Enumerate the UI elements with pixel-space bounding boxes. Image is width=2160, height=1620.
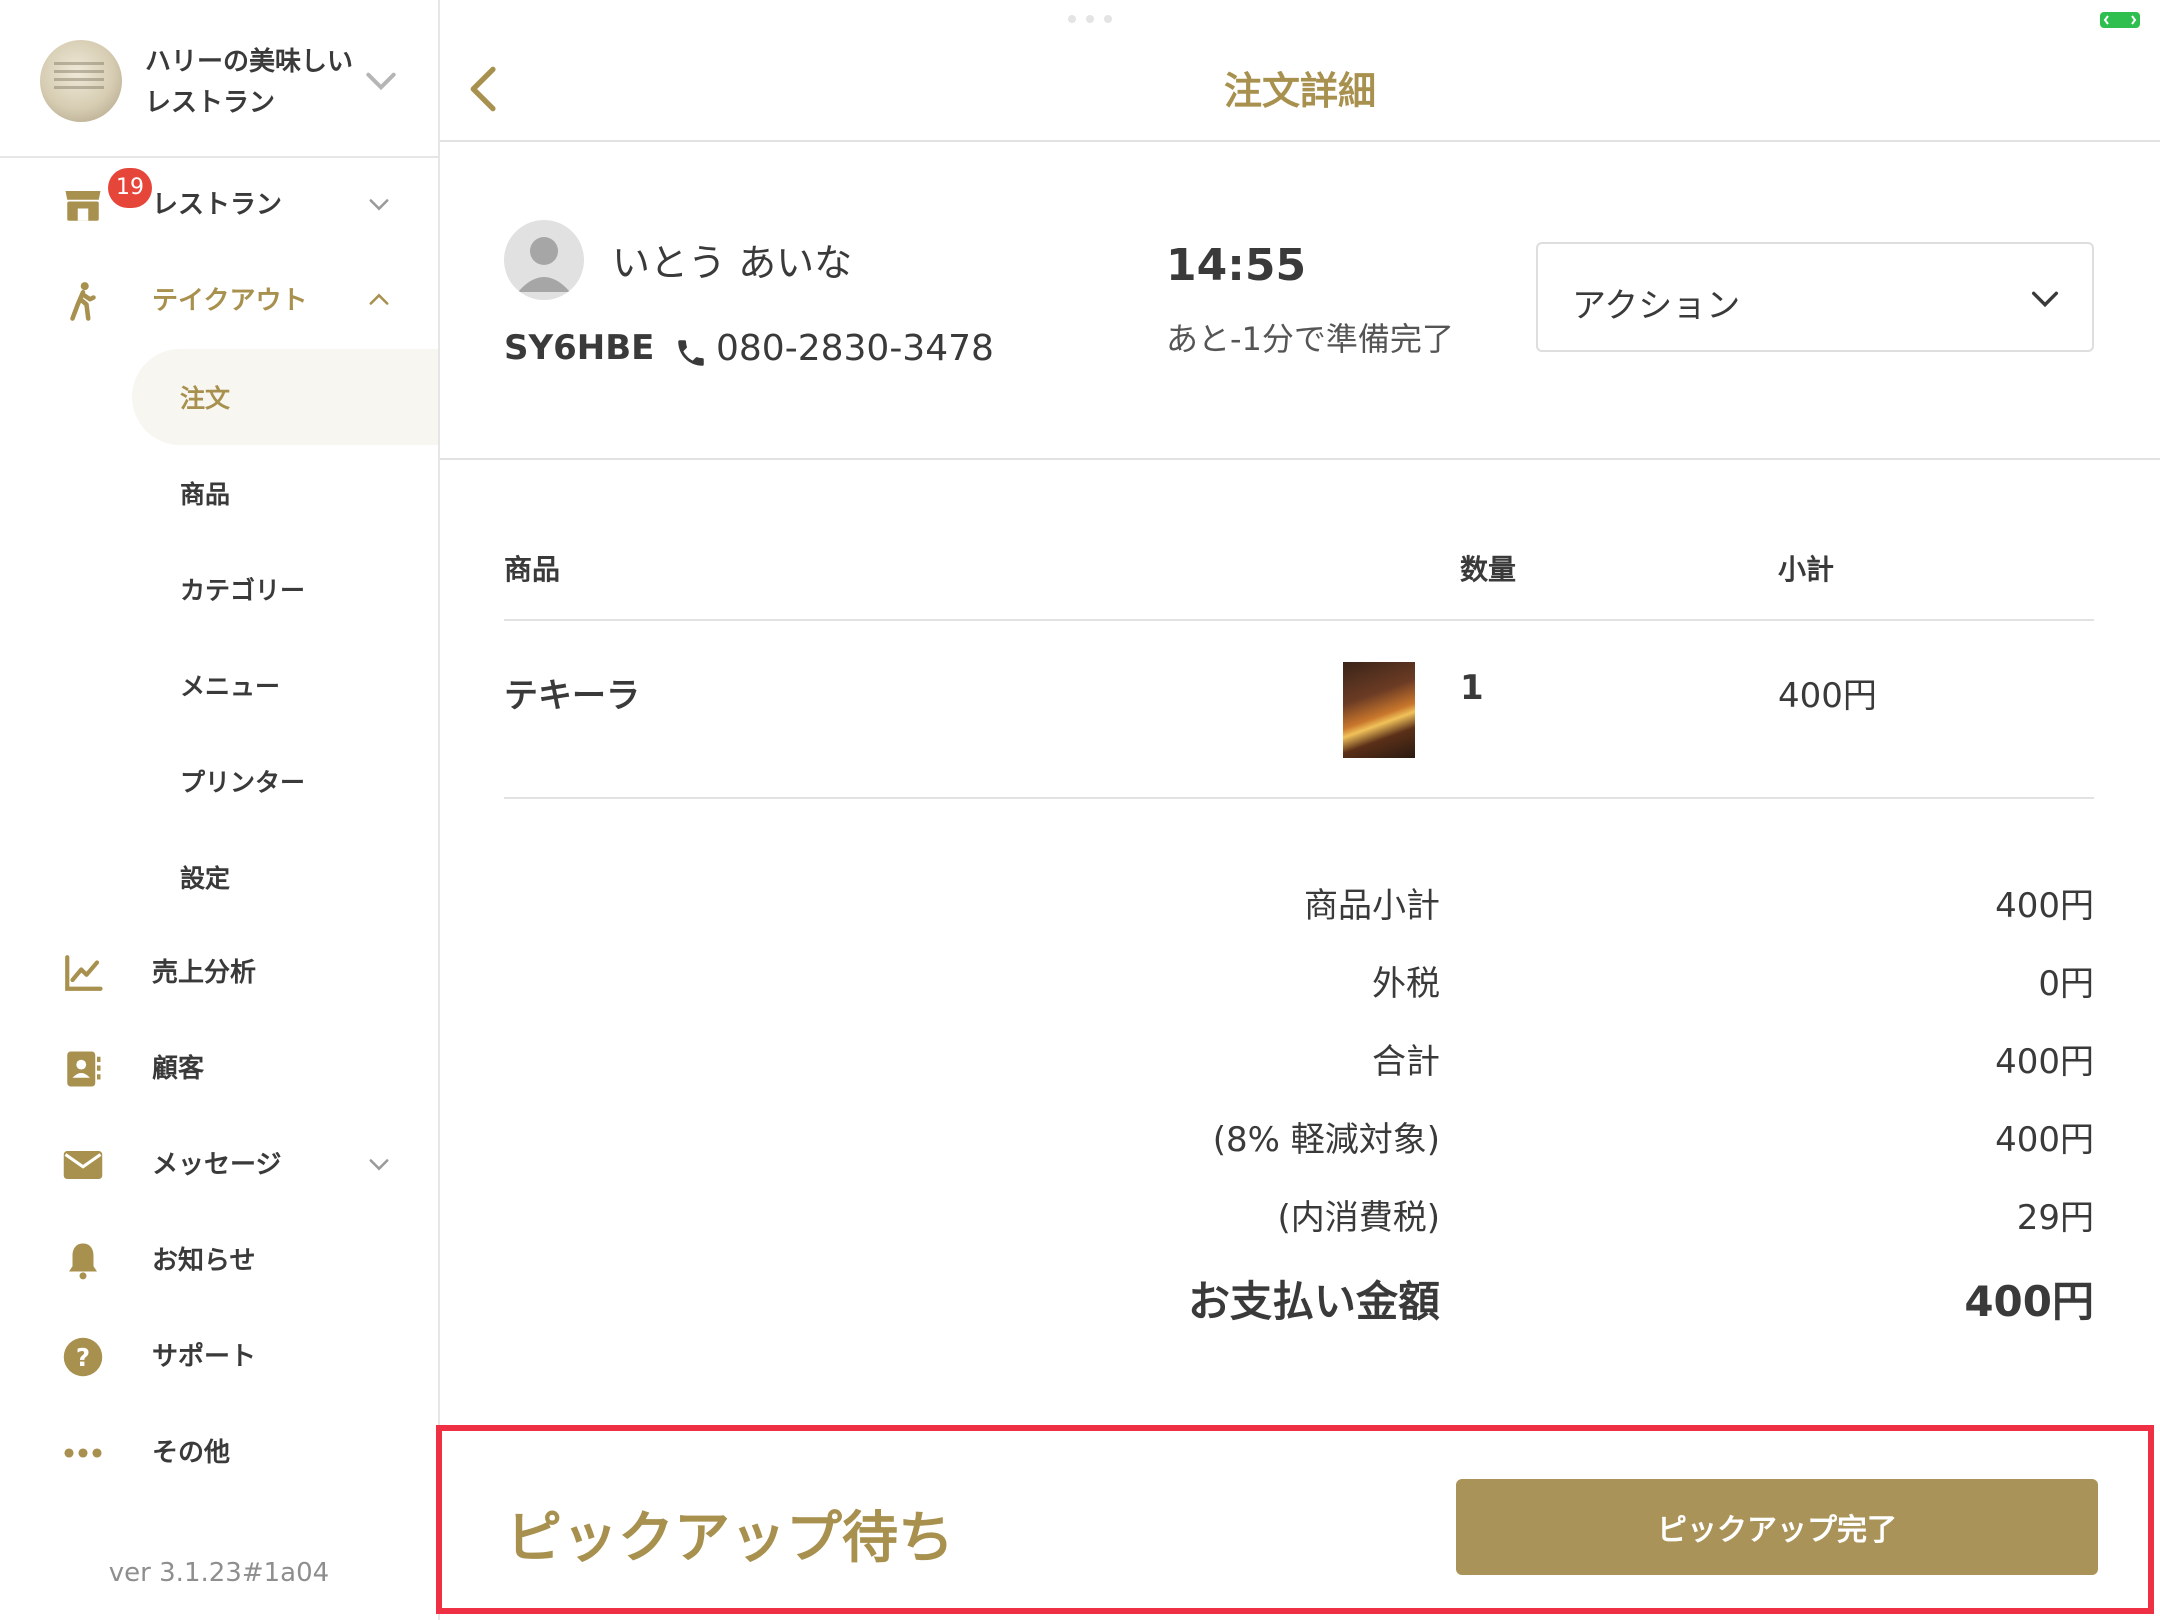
restaurant-avatar — [40, 40, 122, 122]
order-code: SY6HBE — [504, 328, 655, 368]
restaurant-switcher[interactable]: ハリーの美味しい レストラン — [0, 0, 438, 158]
question-circle-icon: ? — [63, 1337, 103, 1377]
sidebar-item-label: 売上分析 — [152, 958, 257, 988]
table-divider — [504, 619, 2094, 621]
sidebar: ハリーの美味しい レストラン レストラン 19 テイクアウト 注文 商品 カテゴ… — [0, 0, 440, 1620]
restaurant-name-line2: レストラン — [145, 88, 276, 118]
order-detail-panel: 注文詳細 いとう あいな SY6HBE 080-2830-3478 14:55 … — [440, 0, 2160, 1620]
walking-person-icon — [70, 282, 96, 321]
summary-row: 合計 400円 — [880, 1034, 2094, 1094]
person-icon — [518, 237, 570, 292]
envelope-icon — [63, 1151, 103, 1179]
summary-label: 商品小計 — [1304, 886, 1440, 926]
sidebar-item-customers[interactable]: 顧客 — [0, 1028, 438, 1108]
sidebar-subitem-label: メニュー — [180, 672, 281, 701]
sidebar-item-takeout[interactable]: テイクアウト — [0, 260, 438, 340]
table-divider — [504, 797, 2094, 799]
item-thumbnail — [1343, 662, 1415, 758]
ready-countdown: あと-1分で準備完了 — [1166, 320, 1454, 358]
summary-value: 0円 — [2038, 964, 2094, 1004]
sidebar-item-label: テイクアウト — [152, 286, 308, 316]
sidebar-subitem-categories[interactable]: カテゴリー — [132, 541, 438, 637]
avatar — [504, 220, 584, 300]
bell-icon — [69, 1243, 97, 1280]
chevron-down-icon — [2031, 291, 2059, 308]
sidebar-subitem-label: プリンター — [180, 768, 306, 797]
chevron-up-icon[interactable] — [365, 286, 393, 314]
sidebar-item-sales-analysis[interactable]: 売上分析 — [0, 932, 438, 1012]
sidebar-subitem-label: カテゴリー — [180, 576, 306, 605]
summary-label: 外税 — [1372, 964, 1440, 1004]
sidebar-item-other[interactable]: その他 — [0, 1412, 438, 1492]
phone-icon — [678, 340, 704, 366]
summary-row: 商品小計 400円 — [880, 878, 2094, 938]
sidebar-item-notifications[interactable]: お知らせ — [0, 1220, 438, 1300]
notification-badge: 19 — [108, 168, 152, 208]
action-dropdown-label: アクション — [1572, 286, 1741, 326]
sidebar-subitem-orders[interactable]: 注文 — [132, 349, 438, 445]
order-status: ピックアップ待ち — [506, 1506, 954, 1571]
top-bar: 注文詳細 — [440, 0, 2160, 142]
summary-row: 外税 0円 — [880, 956, 2094, 1016]
summary-value: 400円 — [1995, 1042, 2094, 1082]
app-version: ver 3.1.23#1a04 — [108, 1558, 330, 1588]
summary-row: (8% 軽減対象) 400円 — [880, 1112, 2094, 1172]
sidebar-item-label: その他 — [152, 1438, 231, 1468]
sidebar-subitem-menu[interactable]: メニュー — [132, 637, 438, 733]
item-quantity: 1 — [1460, 668, 1484, 708]
chevron-down-icon[interactable] — [365, 1150, 393, 1178]
camera-indicator-icon — [2100, 12, 2140, 28]
chevron-down-icon[interactable] — [365, 190, 393, 218]
summary-label: 合計 — [1372, 1042, 1440, 1082]
line-chart-icon — [65, 955, 103, 991]
payment-label: お支払い金額 — [1187, 1277, 1440, 1326]
sidebar-subitem-printer[interactable]: プリンター — [132, 733, 438, 829]
item-name: テキーラ — [504, 676, 640, 716]
sidebar-item-label: お知らせ — [152, 1246, 256, 1276]
sidebar-subitem-label: 注文 — [180, 384, 231, 413]
summary-value: 400円 — [1995, 886, 2094, 926]
pickup-footer: ピックアップ待ち ピックアップ完了 — [436, 1425, 2154, 1614]
sidebar-subitem-settings[interactable]: 設定 — [132, 829, 438, 925]
column-header-product: 商品 — [504, 553, 561, 586]
customer-section: いとう あいな SY6HBE 080-2830-3478 14:55 あと-1分… — [440, 140, 2160, 460]
sidebar-item-label: レストラン — [152, 190, 283, 220]
summary-label: (内消費税) — [1277, 1198, 1440, 1238]
more-dots-icon — [64, 1448, 102, 1458]
restaurant-name-line1: ハリーの美味しい — [145, 47, 354, 77]
action-dropdown[interactable]: アクション — [1536, 242, 2094, 352]
store-icon — [65, 191, 101, 221]
sidebar-item-label: サポート — [152, 1342, 257, 1372]
summary-row: (内消費税) 29円 — [880, 1190, 2094, 1250]
column-header-subtotal: 小計 — [1778, 553, 1835, 586]
sidebar-item-support[interactable]: ? サポート — [0, 1316, 438, 1396]
customer-name: いとう あいな — [612, 241, 853, 285]
sidebar-item-restaurant[interactable]: レストラン — [0, 164, 438, 244]
address-book-icon — [67, 1051, 101, 1087]
payment-total-row: お支払い金額 400円 — [880, 1268, 2094, 1328]
sidebar-subitem-label: 設定 — [180, 864, 231, 893]
sidebar-subitem-label: 商品 — [180, 480, 231, 509]
summary-label: (8% 軽減対象) — [1212, 1120, 1440, 1160]
multitask-dots-icon[interactable] — [1058, 14, 1122, 24]
summary-value: 29円 — [2016, 1198, 2094, 1238]
restaurant-name: ハリーの美味しい レストラン — [145, 42, 365, 124]
pickup-time: 14:55 — [1166, 240, 1307, 291]
page-title: 注文詳細 — [1223, 69, 1376, 113]
summary-value: 400円 — [1995, 1120, 2094, 1160]
payment-value: 400円 — [1964, 1277, 2094, 1326]
customer-phone[interactable]: 080-2830-3478 — [716, 328, 994, 369]
sidebar-item-label: メッセージ — [152, 1150, 282, 1180]
column-header-quantity: 数量 — [1460, 553, 1517, 586]
sidebar-item-label: 顧客 — [152, 1054, 205, 1084]
chevron-down-icon[interactable] — [362, 62, 400, 100]
item-subtotal: 400円 — [1778, 676, 1877, 716]
svg-text:?: ? — [76, 1343, 90, 1372]
sidebar-subitem-products[interactable]: 商品 — [132, 445, 438, 541]
sidebar-item-messages[interactable]: メッセージ — [0, 1124, 438, 1204]
pickup-complete-button[interactable]: ピックアップ完了 — [1456, 1479, 2098, 1575]
